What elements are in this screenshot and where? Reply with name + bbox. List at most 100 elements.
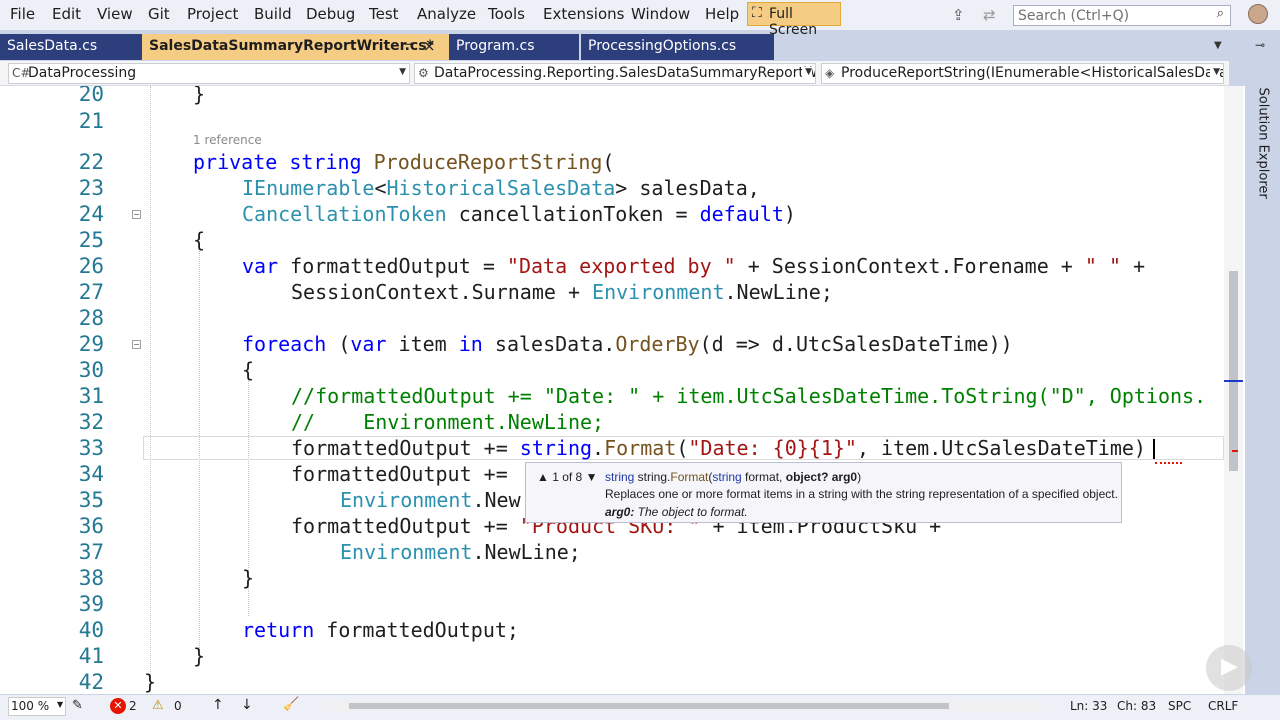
- line-number: 35: [78, 488, 104, 512]
- project-dropdown-value: DataProcessing: [28, 65, 137, 81]
- method-icon: ◈: [825, 66, 835, 80]
- line-number: 23: [78, 176, 104, 200]
- error-count[interactable]: 2: [129, 699, 137, 713]
- arrow-up-icon[interactable]: ↑: [212, 697, 224, 713]
- code-line-22: private string ProduceReportString(: [193, 150, 615, 174]
- line-number: 39: [78, 592, 104, 616]
- tab-salesdatasummaryreportwriter[interactable]: SalesDataSummaryReportWriter.cs* ⊸ ×: [142, 34, 452, 60]
- full-screen-button[interactable]: ⛶ Full Screen: [747, 2, 841, 38]
- menu-build[interactable]: Build: [254, 5, 292, 23]
- menu-debug[interactable]: Debug: [306, 5, 355, 23]
- line-number: 42: [78, 670, 104, 694]
- document-tab-bar: SalesData.cs SalesDataSummaryReportWrite…: [0, 34, 1245, 60]
- chevron-down-icon: ▼: [1210, 67, 1220, 77]
- class-dropdown[interactable]: ⚙ DataProcessing.Reporting.SalesDataSumm…: [414, 63, 816, 84]
- chevron-down-icon: ▼: [57, 700, 64, 709]
- menu-analyze[interactable]: Analyze: [417, 5, 476, 23]
- error-marker: [1232, 450, 1238, 452]
- codelens-reference-count[interactable]: 1 reference: [193, 133, 262, 147]
- menu-git[interactable]: Git: [148, 5, 170, 23]
- line-ending-indicator[interactable]: CRLF: [1208, 699, 1238, 713]
- line-number: 25: [78, 228, 104, 252]
- line-number: 37: [78, 540, 104, 564]
- line-number: 29: [78, 332, 104, 356]
- member-dropdown[interactable]: ◈ ProduceReportString(IEnumerable<Histor…: [821, 63, 1224, 84]
- tab-program[interactable]: Program.cs: [449, 34, 579, 60]
- line-indicator[interactable]: Ln: 33: [1070, 699, 1107, 713]
- search-icon[interactable]: ⌕: [1217, 6, 1224, 21]
- warning-icon[interactable]: ⚠: [152, 698, 164, 713]
- signature-description: Replaces one or more format items in a s…: [605, 487, 1118, 501]
- avatar[interactable]: [1248, 4, 1268, 24]
- search-box[interactable]: ⌕: [1013, 5, 1231, 26]
- error-icon[interactable]: ✕: [110, 698, 126, 714]
- line-number: 36: [78, 514, 104, 538]
- caret-position-marker: [1224, 380, 1243, 382]
- menu-extensions[interactable]: Extensions: [543, 5, 624, 23]
- code-line-27: SessionContext.Surname + Environment.New…: [291, 280, 833, 304]
- code-editor[interactable]: 20 21 22 23 24 25 26 27 28 29 30 31 32 3…: [0, 86, 1245, 694]
- line-number: 28: [78, 306, 104, 330]
- fold-toggle[interactable]: −: [132, 210, 141, 219]
- tab-label: SalesDataSummaryReportWriter.cs*: [149, 38, 434, 54]
- code-line-29: foreach (var item in salesData.OrderBy(d…: [242, 332, 1013, 356]
- vertical-scrollbar[interactable]: [1224, 86, 1243, 694]
- horizontal-scrollbar[interactable]: [322, 701, 1042, 711]
- line-number: 32: [78, 410, 104, 434]
- side-tool-panel: ⊸ Solution Explorer: [1245, 30, 1280, 694]
- menu-tools[interactable]: Tools: [488, 5, 525, 23]
- line-number: 34: [78, 462, 104, 486]
- indent-guide: [150, 86, 151, 676]
- pin-icon[interactable]: ⊸: [1255, 38, 1265, 52]
- chevron-down-icon[interactable]: ▼: [1214, 40, 1222, 51]
- menu-help[interactable]: Help: [705, 5, 739, 23]
- menu-file[interactable]: File: [10, 5, 35, 23]
- code-line-38: }: [242, 566, 255, 590]
- play-icon: ▶: [1221, 654, 1238, 679]
- overload-pager[interactable]: ▲ 1 of 8 ▼: [537, 470, 597, 484]
- video-play-button[interactable]: ▶: [1206, 645, 1252, 691]
- menu-view[interactable]: View: [97, 5, 133, 23]
- menu-window[interactable]: Window: [631, 5, 690, 23]
- share-icon[interactable]: ⇪: [952, 6, 965, 24]
- code-line-31: //formattedOutput += "Date: " + item.Utc…: [291, 384, 1207, 408]
- tab-label: SalesData.cs: [7, 38, 98, 54]
- zoom-select[interactable]: 100 % ▼: [8, 697, 66, 716]
- signature-help-tooltip: ▲ 1 of 8 ▼ string string.Format(string f…: [525, 462, 1122, 523]
- indentation-indicator[interactable]: SPC: [1168, 699, 1191, 713]
- tab-salesdata[interactable]: SalesData.cs: [0, 34, 143, 60]
- code-line-20: }: [193, 86, 206, 106]
- line-number: 24: [78, 202, 104, 226]
- code-line-34: formattedOutput +=: [291, 462, 520, 486]
- arrow-down-icon[interactable]: ↓: [241, 697, 253, 713]
- line-number: 33: [78, 436, 104, 460]
- code-cleanup-icon[interactable]: 🧹: [283, 697, 299, 712]
- code-line-33: formattedOutput += string.Format("Date: …: [291, 436, 1146, 460]
- close-icon[interactable]: ×: [423, 37, 436, 55]
- live-share-icon[interactable]: ⇄: [983, 6, 996, 24]
- chevron-down-icon: ▼: [396, 67, 406, 77]
- error-squiggle: [1155, 459, 1182, 464]
- warning-count[interactable]: 0: [174, 699, 182, 713]
- line-number: 27: [78, 280, 104, 304]
- menu-edit[interactable]: Edit: [52, 5, 81, 23]
- line-number: 22: [78, 150, 104, 174]
- menu-project[interactable]: Project: [187, 5, 238, 23]
- solution-explorer-tab[interactable]: Solution Explorer: [1256, 88, 1271, 199]
- pin-icon[interactable]: ⊸: [404, 37, 414, 51]
- menu-bar: File Edit View Git Project Build Debug T…: [0, 0, 1280, 38]
- project-dropdown[interactable]: C# DataProcessing ▼: [8, 63, 410, 84]
- column-indicator[interactable]: Ch: 83: [1117, 699, 1156, 713]
- scrollbar-thumb[interactable]: [349, 703, 949, 709]
- intellicode-icon[interactable]: ✎: [72, 698, 83, 713]
- chevron-down-icon: ▼: [802, 67, 812, 77]
- scrollbar-thumb[interactable]: [1229, 271, 1238, 471]
- search-input[interactable]: [1018, 7, 1198, 24]
- tab-processingoptions[interactable]: ProcessingOptions.cs: [581, 34, 774, 60]
- fold-toggle[interactable]: −: [132, 340, 141, 349]
- line-number: 30: [78, 358, 104, 382]
- line-number: 21: [78, 109, 104, 133]
- navigation-bar: C# DataProcessing ▼ ⚙ DataProcessing.Rep…: [0, 61, 1229, 86]
- menu-test[interactable]: Test: [369, 5, 399, 23]
- code-line-37: Environment.NewLine;: [340, 540, 581, 564]
